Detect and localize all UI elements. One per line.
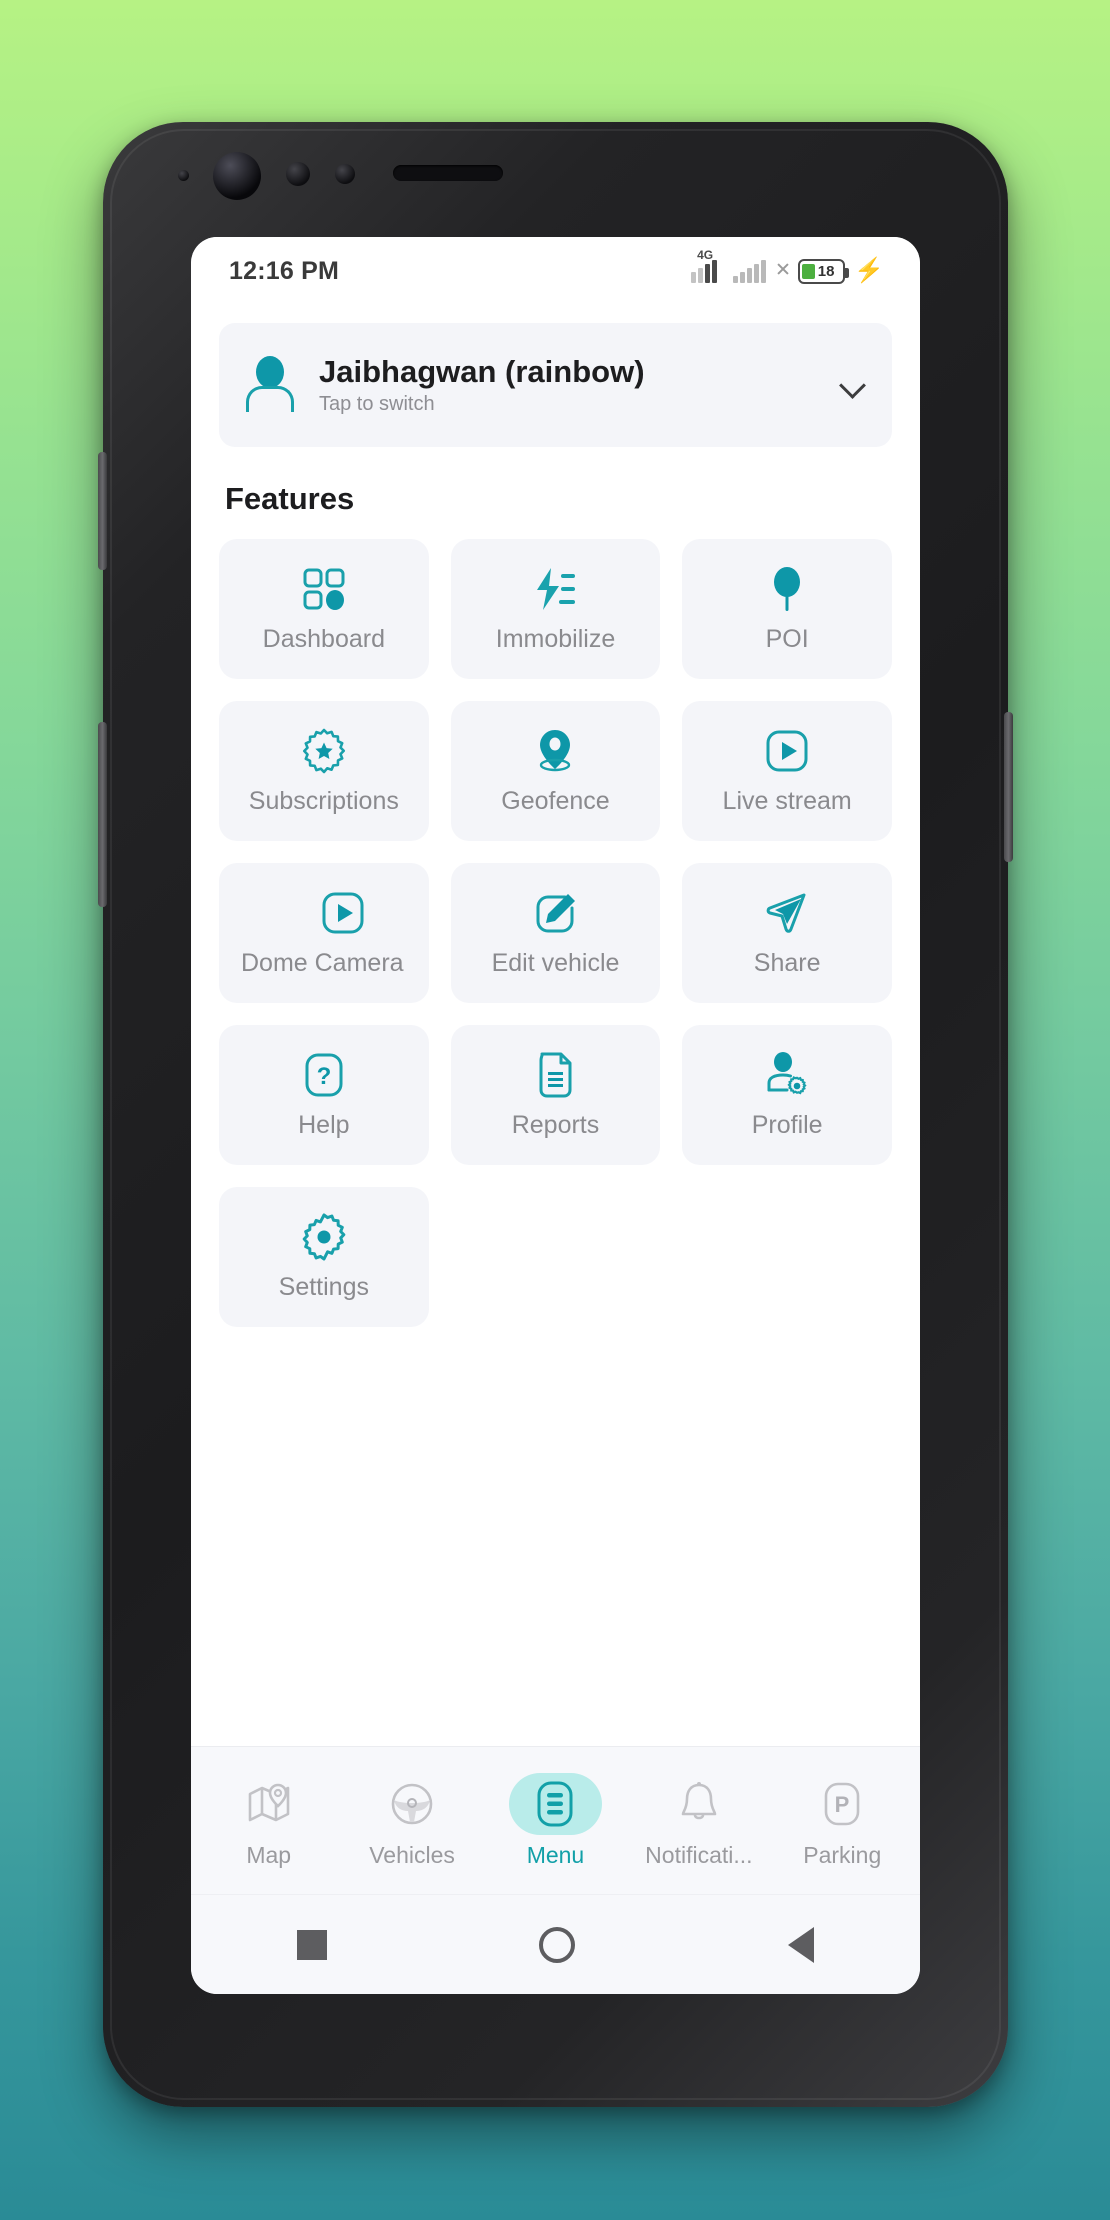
feature-tile-settings[interactable]: Settings — [219, 1187, 429, 1327]
volume-down-button[interactable] — [98, 722, 107, 907]
status-bar: 12:16 PM 4G 18 ⚡ — [191, 237, 920, 305]
sensor-dot-icon — [178, 170, 189, 181]
notch-sensors — [103, 122, 1008, 240]
light-sensor-icon — [335, 164, 355, 184]
pencil-square-icon — [532, 887, 578, 939]
battery-icon: 18 — [798, 258, 850, 284]
location-pin-icon — [533, 725, 577, 777]
battery-level-label: 18 — [817, 262, 835, 280]
nav-item-notifications[interactable]: Notificati... — [632, 1773, 765, 1869]
bottom-navigation: Map Vehicles Menu Notificati... P Parkin… — [191, 1746, 920, 1894]
account-text: Jaibhagwan (rainbow) Tap to switch — [319, 354, 818, 417]
nav-item-vehicles[interactable]: Vehicles — [346, 1773, 479, 1869]
svg-text:?: ? — [316, 1063, 331, 1090]
person-avatar-icon — [243, 356, 297, 414]
balloon-pin-icon — [767, 563, 807, 615]
triangle-back-icon[interactable] — [787, 1926, 814, 1963]
signal-4g-icon: 4G — [691, 248, 724, 283]
parking-p-icon: P — [796, 1773, 889, 1835]
feature-label: Dome Camera — [241, 949, 404, 978]
circle-icon[interactable] — [539, 1926, 576, 1963]
status-clock: 12:16 PM — [229, 256, 339, 285]
power-button[interactable] — [1004, 712, 1013, 862]
feature-tile-immobilize[interactable]: Immobilize — [450, 539, 661, 679]
account-subtitle: Tap to switch — [319, 393, 435, 416]
feature-tile-poi[interactable]: POI — [682, 539, 892, 679]
nav-label: Vehicles — [369, 1841, 455, 1868]
feature-tile-dashboard[interactable]: Dashboard — [219, 539, 429, 679]
volume-up-button[interactable] — [98, 452, 107, 570]
list-menu-icon — [508, 1772, 602, 1835]
nav-label: Parking — [803, 1841, 882, 1868]
nav-item-map[interactable]: Map — [202, 1773, 335, 1869]
nav-label: Menu — [526, 1841, 585, 1868]
android-system-navigation — [191, 1894, 920, 1994]
main-content: Jaibhagwan (rainbow) Tap to switch Featu… — [191, 305, 920, 1746]
map-pin-icon — [222, 1773, 315, 1835]
proximity-sensor-icon — [286, 162, 310, 186]
chevron-down-icon[interactable] — [840, 372, 866, 398]
features-heading: Features — [225, 481, 355, 516]
feature-label: Help — [298, 1111, 350, 1140]
play-square-icon — [764, 725, 810, 777]
feature-label: Subscriptions — [248, 787, 399, 816]
square-icon[interactable] — [297, 1929, 328, 1960]
feature-label: Dashboard — [262, 625, 385, 654]
svg-text:P: P — [835, 1792, 850, 1817]
network-type-label: 4G — [697, 248, 714, 262]
feature-tile-edit-vehicle[interactable]: Edit vehicle — [450, 863, 661, 1003]
star-badge-icon — [300, 725, 348, 777]
account-switcher-card[interactable]: Jaibhagwan (rainbow) Tap to switch — [219, 323, 892, 447]
feature-label: Settings — [278, 1273, 369, 1302]
feature-tile-reports[interactable]: Reports — [450, 1025, 661, 1165]
steering-wheel-icon — [366, 1773, 459, 1835]
nav-item-menu[interactable]: Menu — [489, 1772, 622, 1869]
feature-tile-live-stream[interactable]: Live stream — [682, 701, 892, 841]
feature-tile-geofence[interactable]: Geofence — [450, 701, 661, 841]
nav-label: Map — [246, 1841, 292, 1868]
play-square-icon — [320, 887, 366, 939]
feature-label: Reports — [511, 1111, 600, 1140]
nav-label: Notificati... — [645, 1841, 753, 1868]
charging-bolt-icon: ⚡ — [854, 257, 884, 284]
bell-icon — [652, 1773, 745, 1835]
feature-tile-help[interactable]: ? Help — [219, 1025, 429, 1165]
feature-tile-dome-camera[interactable]: Dome Camera — [219, 863, 429, 1003]
account-name: Jaibhagwan (rainbow) — [319, 353, 645, 389]
signal-sim2-icon — [733, 259, 767, 283]
nav-item-parking[interactable]: P Parking — [776, 1773, 909, 1869]
feature-tile-share[interactable]: Share — [682, 863, 892, 1003]
earpiece-speaker — [393, 165, 503, 181]
grid-icon — [301, 563, 347, 615]
paper-plane-icon — [763, 887, 811, 939]
phone-screen: 12:16 PM 4G 18 ⚡ Jaibhagwan (rainbow) Ta… — [191, 237, 920, 1994]
phone-frame: 12:16 PM 4G 18 ⚡ Jaibhagwan (rainbow) Ta… — [98, 122, 1013, 2107]
question-square-icon: ? — [302, 1049, 346, 1101]
feature-label: Share — [753, 949, 821, 978]
feature-label: Live stream — [722, 787, 852, 816]
feature-label: POI — [765, 625, 809, 654]
status-icons: 4G 18 ⚡ — [691, 248, 884, 284]
document-icon — [534, 1049, 576, 1101]
feature-label: Profile — [751, 1111, 823, 1140]
feature-tile-profile[interactable]: Profile — [682, 1025, 892, 1165]
no-signal-x-icon — [775, 259, 789, 283]
features-grid: Dashboard Immobilize POI Subscriptions G… — [219, 539, 892, 1327]
front-camera-icon — [213, 152, 261, 200]
feature-label: Edit vehicle — [491, 949, 620, 978]
feature-label: Immobilize — [495, 625, 616, 654]
feature-tile-subscriptions[interactable]: Subscriptions — [219, 701, 429, 841]
feature-label: Geofence — [501, 787, 610, 816]
person-gear-icon — [763, 1049, 811, 1101]
bolt-icon — [531, 563, 579, 615]
gear-icon — [300, 1211, 348, 1263]
